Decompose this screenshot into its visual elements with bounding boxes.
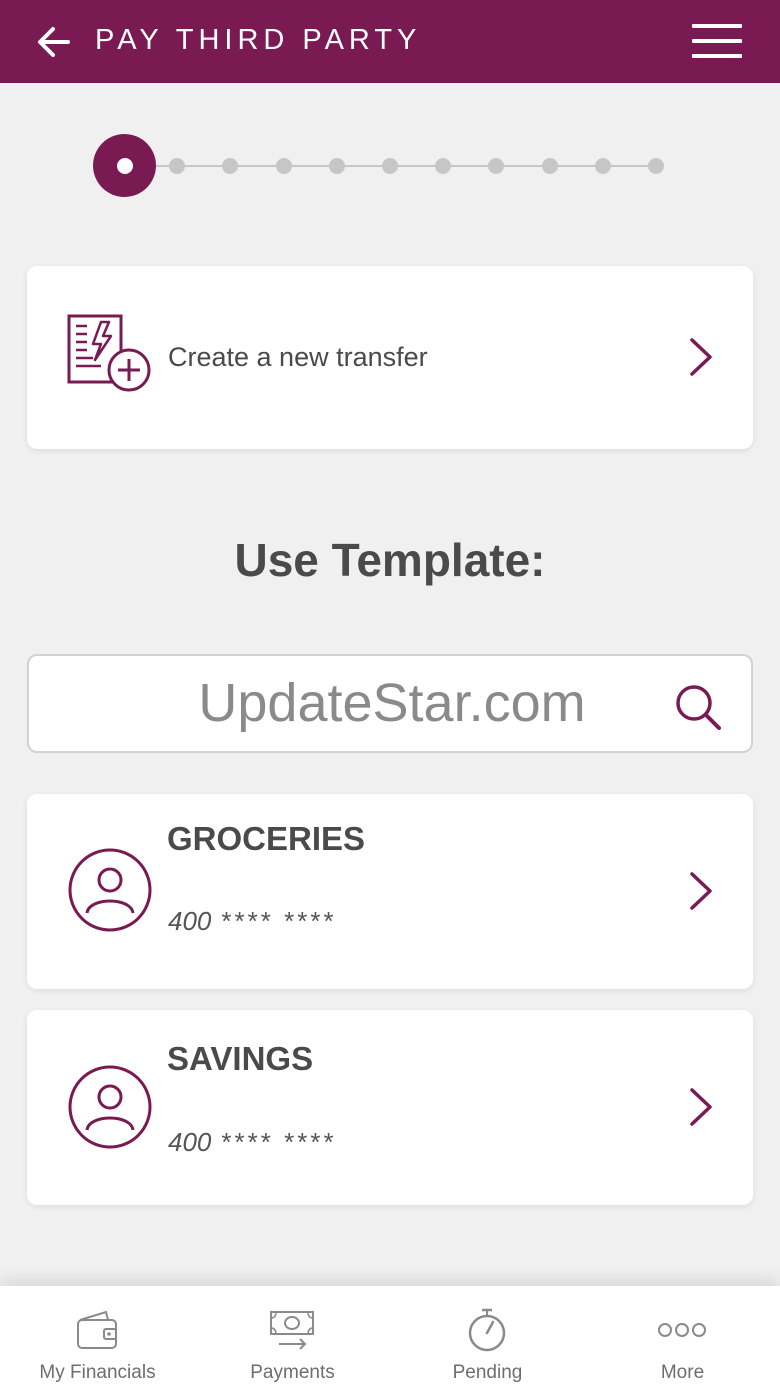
hamburger-menu-icon	[692, 24, 742, 28]
account-mask: **** ****	[221, 906, 337, 936]
bottom-navigation: My Financials Payments Pending More	[0, 1286, 780, 1387]
chevron-right-icon	[690, 1088, 712, 1126]
new-invoice-icon	[67, 314, 151, 392]
banknote-transfer-icon	[270, 1311, 314, 1350]
template-name: GROCERIES	[167, 820, 366, 857]
step-dot	[488, 158, 504, 174]
create-new-transfer-card[interactable]: Create a new transfer	[27, 266, 753, 449]
back-button[interactable]	[34, 22, 74, 62]
step-dot	[648, 158, 664, 174]
use-template-heading: Use Template:	[234, 534, 546, 586]
nav-label: Pending	[452, 1362, 523, 1383]
create-transfer-label: Create a new transfer	[168, 342, 428, 372]
chevron-right-icon	[690, 872, 712, 910]
nav-item-my-financials[interactable]: My Financials	[0, 1286, 195, 1387]
top-app-bar: PAY THIRD PARTY	[0, 0, 780, 83]
user-avatar-icon	[68, 848, 152, 932]
template-account-number: 400 **** ****	[168, 906, 337, 937]
search-icon[interactable]	[673, 682, 723, 732]
progress-stepper	[93, 134, 673, 198]
step-dot	[329, 158, 345, 174]
more-dots-icon	[658, 1323, 706, 1337]
step-dot	[222, 158, 238, 174]
nav-item-more[interactable]: More	[585, 1286, 780, 1387]
chevron-right-icon	[690, 338, 712, 376]
nav-label: My Financials	[39, 1362, 156, 1383]
account-mask: **** ****	[221, 1127, 337, 1157]
nav-label: Payments	[250, 1362, 335, 1383]
template-account-number: 400 **** ****	[168, 1127, 337, 1158]
template-search-input[interactable]: UpdateStar.com	[27, 654, 753, 753]
wallet-icon	[77, 1310, 117, 1349]
step-dot	[169, 158, 185, 174]
page-title: PAY THIRD PARTY	[95, 24, 422, 56]
step-dot	[595, 158, 611, 174]
step-dot	[435, 158, 451, 174]
search-placeholder: UpdateStar.com	[198, 673, 586, 733]
step-dot	[276, 158, 292, 174]
stopwatch-icon	[468, 1308, 506, 1352]
template-item-savings[interactable]: SAVINGS 400 **** ****	[27, 1010, 753, 1205]
nav-item-payments[interactable]: Payments	[195, 1286, 390, 1387]
template-name: SAVINGS	[167, 1040, 314, 1077]
account-prefix: 400	[168, 1127, 212, 1157]
account-prefix: 400	[168, 906, 212, 936]
nav-item-pending[interactable]: Pending	[390, 1286, 585, 1387]
step-current	[93, 134, 156, 197]
user-avatar-icon	[68, 1065, 152, 1149]
step-dot	[542, 158, 558, 174]
arrow-left-icon	[38, 27, 70, 57]
step-dot	[382, 158, 398, 174]
nav-label: More	[660, 1362, 705, 1383]
template-item-groceries[interactable]: GROCERIES 400 **** ****	[27, 794, 753, 989]
hamburger-menu-button[interactable]	[692, 24, 744, 60]
